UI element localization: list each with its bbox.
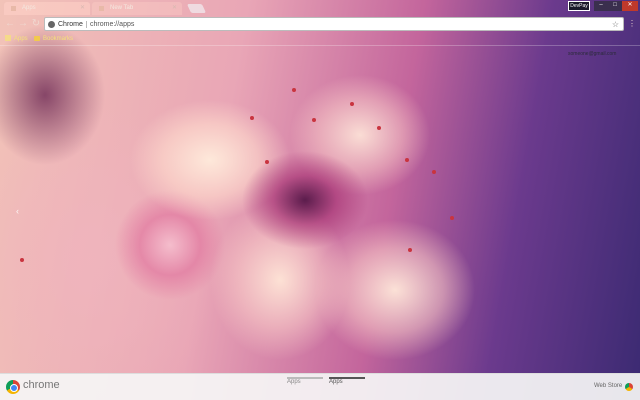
tab-close-icon[interactable]: ✕ xyxy=(172,2,177,15)
minimize-button[interactable]: – xyxy=(594,1,608,11)
tab-label: New Tab xyxy=(110,5,134,11)
tab-apps[interactable]: Apps ✕ xyxy=(4,2,90,15)
page-indicator-bar xyxy=(329,377,365,379)
web-store-icon[interactable] xyxy=(625,383,633,391)
chrome-icon xyxy=(48,21,55,28)
star-icon[interactable]: ☆ xyxy=(612,18,619,31)
back-button[interactable]: ← xyxy=(4,18,16,30)
page-switcher-tab-1[interactable]: Apps xyxy=(287,377,323,385)
maximize-button[interactable]: □ xyxy=(608,1,622,11)
tab-close-icon[interactable]: ✕ xyxy=(80,2,85,15)
chrome-logo-icon xyxy=(6,380,20,394)
flower-stamen xyxy=(432,170,436,174)
chrome-wordmark: chrome xyxy=(23,379,60,391)
flower-stamen xyxy=(250,116,254,120)
toolbar: ← → ↻ Chrome chrome://apps ☆ ⋮ xyxy=(0,15,640,33)
flower-stamen xyxy=(450,216,454,220)
bookmarks-bar: Apps Bookmarks xyxy=(0,33,640,46)
flower-stamen xyxy=(292,88,296,92)
reload-button[interactable]: ↻ xyxy=(30,18,42,30)
bookmark-folder[interactable]: Bookmarks xyxy=(34,34,73,45)
address-bar[interactable]: Chrome chrome://apps ☆ xyxy=(44,17,624,31)
flower-stamen xyxy=(377,126,381,130)
flower-stamen xyxy=(405,158,409,162)
flower-stamen xyxy=(408,248,412,252)
bookmark-apps[interactable]: Apps xyxy=(5,34,28,45)
apps-tab-icon xyxy=(11,6,16,11)
flower-stamen xyxy=(20,258,24,262)
forward-button[interactable]: → xyxy=(17,18,29,30)
apps-grid-icon xyxy=(5,35,11,41)
flower-stamen xyxy=(350,102,354,106)
chevron-left-icon[interactable]: ‹ xyxy=(16,206,19,216)
page-indicator-bar xyxy=(287,377,323,379)
tab-new-tab[interactable]: New Tab ✕ xyxy=(92,2,182,15)
tab-strip: Apps ✕ New Tab ✕ DevPay – □ ✕ xyxy=(0,0,640,15)
profile-button[interactable]: DevPay xyxy=(568,1,590,11)
background-photo xyxy=(0,0,640,400)
web-store-link[interactable]: Web Store xyxy=(594,383,622,389)
new-tab-button[interactable] xyxy=(186,4,207,13)
apps-bottom-bar: chrome Apps Apps Web Store xyxy=(0,373,640,400)
flower-stamen xyxy=(312,118,316,122)
url-text[interactable]: chrome://apps xyxy=(90,18,134,31)
omnibox-separator xyxy=(86,21,87,28)
profile-email[interactable]: someone@gmail.com xyxy=(568,51,616,57)
page-tab-icon xyxy=(99,6,104,11)
page-switcher-label: Apps xyxy=(287,379,301,385)
page-switcher-tab-2[interactable]: Apps xyxy=(329,377,365,385)
flower-stamen xyxy=(265,160,269,164)
page-switcher-label: Apps xyxy=(329,379,343,385)
menu-icon[interactable]: ⋮ xyxy=(628,19,636,29)
omnibox-chip-label: Chrome xyxy=(58,21,83,28)
close-window-button[interactable]: ✕ xyxy=(622,1,638,11)
bookmark-label: Apps xyxy=(14,36,28,42)
folder-icon xyxy=(34,36,40,41)
tab-label: Apps xyxy=(22,5,36,11)
bookmark-label: Bookmarks xyxy=(43,36,74,42)
